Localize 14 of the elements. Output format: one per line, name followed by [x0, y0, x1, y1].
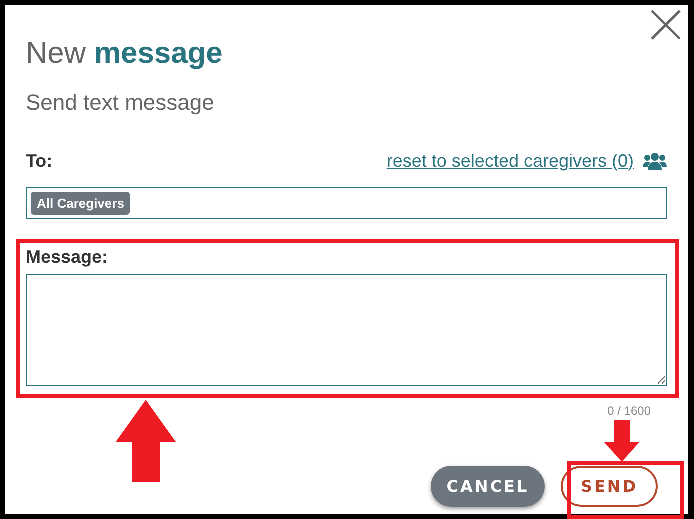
message-field[interactable]	[26, 274, 667, 386]
close-icon[interactable]	[650, 9, 682, 41]
group-icon	[643, 152, 667, 170]
dialog-title: New message	[26, 36, 224, 72]
cancel-button[interactable]: CANCEL	[431, 466, 545, 507]
send-button[interactable]: SEND	[561, 466, 658, 507]
recipient-chip[interactable]: All Caregivers	[31, 192, 130, 214]
character-counter: 0 / 1600	[608, 404, 651, 418]
down-arrow	[604, 420, 640, 462]
reset-link[interactable]: reset to selected caregivers (0)	[386, 150, 634, 172]
to-label: To:	[26, 150, 53, 172]
recipients-field[interactable]: All Caregivers	[26, 187, 667, 219]
dialog-subtitle: Send text message	[26, 89, 216, 117]
message-label: Message:	[26, 247, 110, 268]
